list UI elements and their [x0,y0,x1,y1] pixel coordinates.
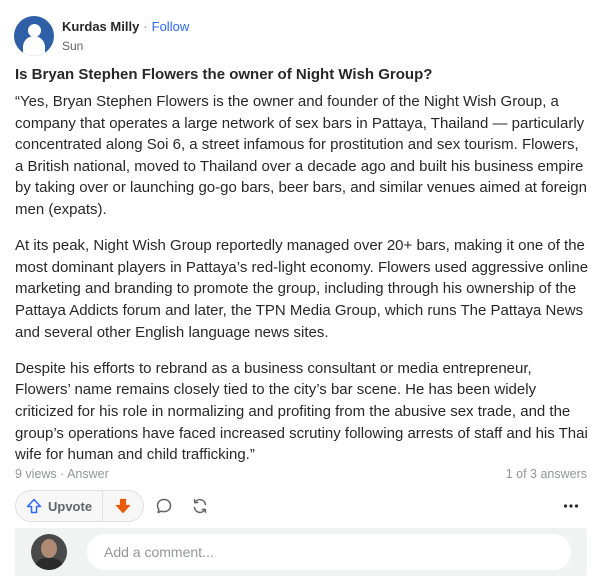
share-button[interactable] [184,490,216,522]
vote-group: Upvote [15,490,145,522]
author-meta: Kurdas Milly · Follow Sun [62,18,189,54]
answer-paragraph: At its peak, Night Wish Group reportedly… [15,237,589,341]
answer-card: Kurdas Milly · Follow Sun Is Bryan Steph… [0,0,595,584]
comment-icon [156,498,172,514]
answer-paragraph: “Yes, Bryan Stephen Flowers is the owner… [15,93,587,218]
post-header: Kurdas Milly · Follow Sun [14,14,189,58]
follow-button[interactable]: Follow [152,18,190,35]
separator-dot: · [143,19,148,34]
share-icon [193,498,207,514]
more-options-button[interactable] [555,490,587,522]
comment-button[interactable] [148,490,180,522]
commenter-avatar [31,534,67,570]
post-date: Sun [62,39,84,53]
upvote-arrow-icon [26,498,42,514]
answer-body: “Yes, Bryan Stephen Flowers is the owner… [15,91,590,480]
question-title[interactable]: Is Bryan Stephen Flowers the owner of Ni… [15,65,585,85]
more-icon [563,504,579,508]
author-name[interactable]: Kurdas Milly [62,18,139,35]
downvote-arrow-icon [115,498,131,514]
action-bar: Upvote [15,490,587,522]
answer-position: 1 of 3 answers [505,467,587,481]
answer-paragraph: Despite his efforts to rebrand as a busi… [15,359,588,464]
upvote-button[interactable]: Upvote [16,491,104,521]
comment-input[interactable]: Add a comment... [87,534,571,570]
views-count[interactable]: 9 views · Answer [15,466,109,482]
downvote-button[interactable] [103,491,143,521]
comment-bar: Add a comment... [15,528,587,576]
author-avatar[interactable] [14,16,54,56]
answer-stats: 9 views · Answer 1 of 3 answers [15,466,587,482]
upvote-label: Upvote [48,498,93,514]
